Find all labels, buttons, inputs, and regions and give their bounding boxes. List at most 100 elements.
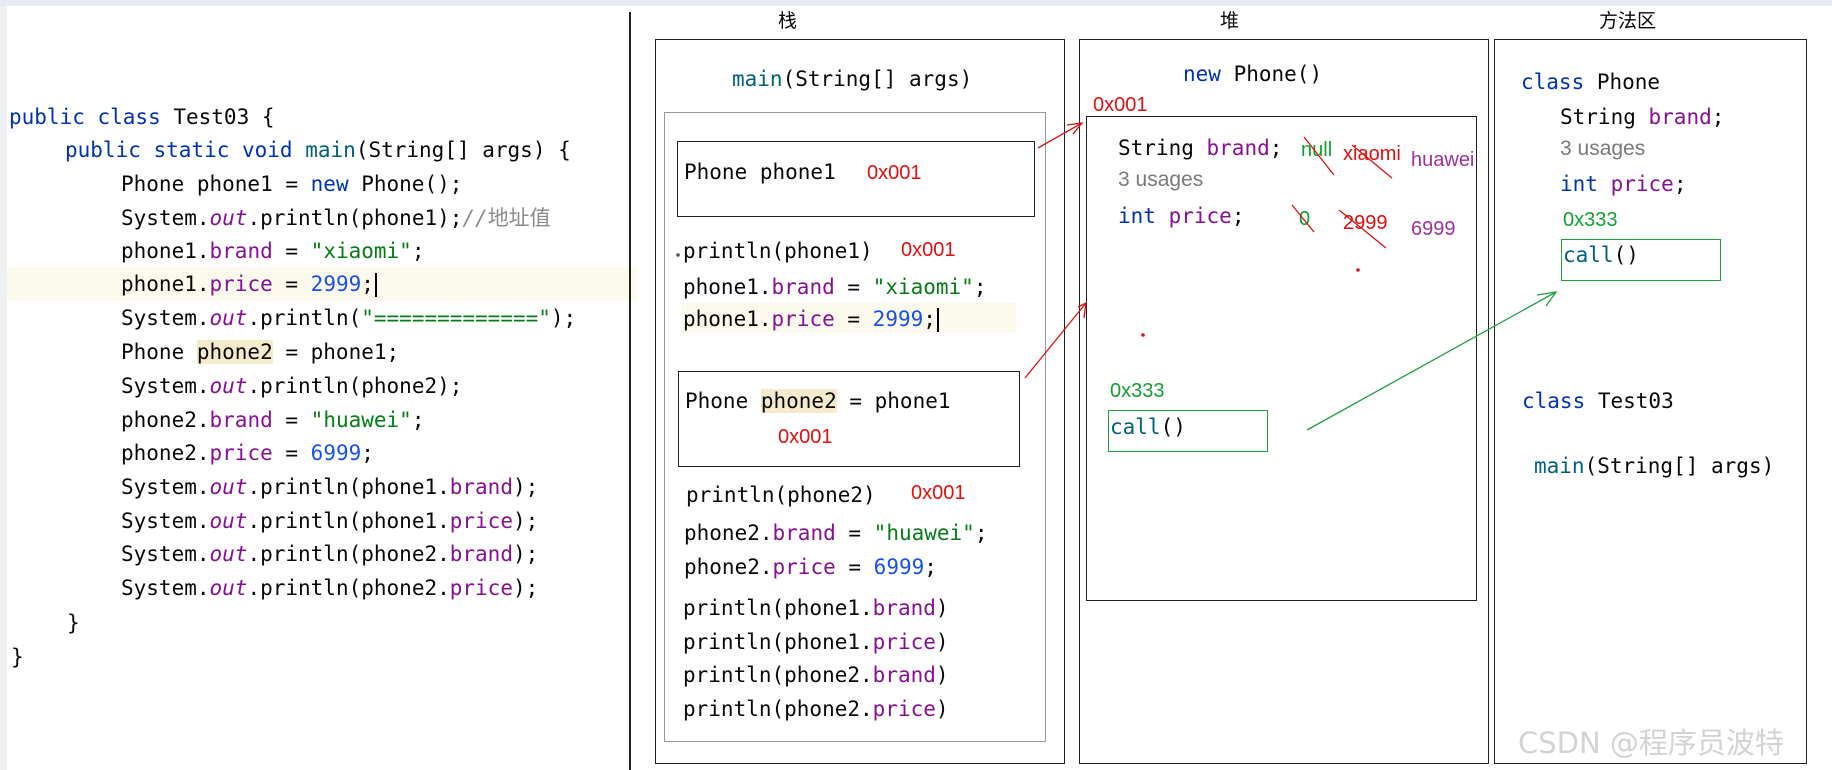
code-line-7: System.out.println("============="); xyxy=(121,301,576,335)
field: price xyxy=(1168,204,1232,228)
code-line-11: phone2.price = 6999; xyxy=(121,436,374,470)
field: brand xyxy=(1648,105,1712,129)
code-text: ); xyxy=(512,542,539,566)
field: price xyxy=(872,697,936,721)
code-text: System. xyxy=(121,374,210,398)
code-text: phone1. xyxy=(121,272,210,296)
top-strip xyxy=(0,0,1832,6)
price-value-zero: 0 xyxy=(1299,208,1311,230)
code-text: (String[] args) { xyxy=(355,138,571,162)
code-text: Phone xyxy=(121,340,197,364)
number-literal: 6999 xyxy=(873,555,925,579)
field: price xyxy=(772,555,836,579)
code-line-3: Phone phone1 = new Phone(); xyxy=(121,167,462,201)
heap-usages-hint: 3 usages xyxy=(1118,168,1204,191)
string-literal: "huawei" xyxy=(310,408,412,432)
field: brand xyxy=(1206,136,1270,160)
code-text: = xyxy=(272,239,311,263)
heap-title: 堆 xyxy=(1220,10,1240,32)
code-line-4: System.out.println(phone1);//地址值 xyxy=(121,201,551,235)
code-text: ) xyxy=(935,697,949,721)
highlighted-variable: phone2 xyxy=(760,389,837,413)
code-text: ; xyxy=(973,275,987,299)
code-text: () xyxy=(1160,415,1186,439)
heap-call-address: 0x333 xyxy=(1110,380,1165,402)
heap-price-field: int price; xyxy=(1118,199,1244,233)
code-text: = phone1; xyxy=(272,340,400,364)
code-text: phone1. xyxy=(683,307,772,331)
method-area-title: 方法区 xyxy=(1599,10,1657,32)
code-text: = phone1 xyxy=(836,389,951,413)
field: price xyxy=(872,630,936,654)
method-area-price-field: int price; xyxy=(1560,167,1686,201)
code-text: System. xyxy=(121,509,210,533)
method-area-brand-field: String brand; xyxy=(1560,100,1724,134)
code-text: phone2. xyxy=(121,441,210,465)
code-text: ; xyxy=(1269,136,1283,160)
stack-println-phone1-price: println(phone1.price) xyxy=(683,625,949,659)
code-text: ; xyxy=(974,521,988,545)
field: price xyxy=(209,441,273,465)
println1-address: 0x001 xyxy=(901,239,956,261)
keyword: public static void xyxy=(65,138,293,162)
code-text: = xyxy=(835,555,874,579)
stack-println-phone1: println(phone1) xyxy=(683,239,873,263)
closing-brace-method: } xyxy=(67,611,80,635)
price-value-2999: 2999 xyxy=(1343,212,1388,234)
code-text: = xyxy=(835,521,874,545)
code-text: .println(phone2. xyxy=(247,576,450,600)
code-text: phone2. xyxy=(684,521,773,545)
code-line-15: System.out.println(phone2.price); xyxy=(121,571,538,605)
code-text: Phone() xyxy=(1220,62,1323,86)
stack-println-phone2-brand: println(phone2.brand) xyxy=(683,658,949,692)
code-line-12: System.out.println(phone1.brand); xyxy=(121,470,538,504)
heap-brand-field: String brand; xyxy=(1118,131,1282,165)
code-text: (String[] args) xyxy=(1584,454,1775,478)
editor-gutter xyxy=(0,6,7,770)
brand-value-null: null xyxy=(1301,139,1333,161)
code-text: = xyxy=(834,307,873,331)
field: price xyxy=(771,307,835,331)
code-text: System. xyxy=(121,576,210,600)
stack-println-phone2: println(phone2) xyxy=(686,483,876,507)
field: price xyxy=(449,576,513,600)
text-caret xyxy=(374,273,377,297)
phone1-declaration: Phone phone1 xyxy=(684,160,836,184)
code-text: ; xyxy=(923,307,936,331)
code-text: Phone(); xyxy=(348,172,463,196)
stack-title: 栈 xyxy=(778,10,798,32)
editor-separator xyxy=(629,12,631,770)
code-text: Phone xyxy=(1584,70,1661,94)
string-literal: "xiaomi" xyxy=(872,275,974,299)
code-line-1: public class Test03 { xyxy=(9,100,275,134)
code-text: println(phone2. xyxy=(683,663,873,687)
code-text: = xyxy=(272,441,311,465)
keyword: int xyxy=(1118,204,1156,228)
code-text: () xyxy=(1613,243,1639,267)
code-text: ); xyxy=(512,576,539,600)
method-name: main xyxy=(1534,454,1585,478)
code-text: ; xyxy=(361,272,374,296)
keyword: new xyxy=(310,172,349,196)
keyword: public class xyxy=(9,105,161,129)
code-text: ; xyxy=(1673,172,1687,196)
field: price xyxy=(209,272,273,296)
static-field: out xyxy=(209,306,248,330)
stack-frame-title: main(String[] args) xyxy=(732,62,972,96)
code-text: String xyxy=(1118,136,1207,160)
stack-phone2-price: phone2.price = 6999; xyxy=(684,550,937,584)
method-area-call-address: 0x333 xyxy=(1563,209,1618,231)
code-text: ) xyxy=(935,663,949,687)
field: price xyxy=(449,509,513,533)
code-line-9: System.out.println(phone2); xyxy=(121,369,462,403)
code-text: Test03 { xyxy=(160,105,275,129)
field: brand xyxy=(872,596,936,620)
text-caret xyxy=(936,308,939,332)
static-field: out xyxy=(209,374,248,398)
string-literal: "huawei" xyxy=(873,521,975,545)
method-area-call-method: call() xyxy=(1563,238,1639,272)
comment: // xyxy=(462,206,488,230)
string-literal: "=============" xyxy=(361,306,551,330)
code-text: = xyxy=(272,272,311,296)
code-text: ); xyxy=(512,509,539,533)
